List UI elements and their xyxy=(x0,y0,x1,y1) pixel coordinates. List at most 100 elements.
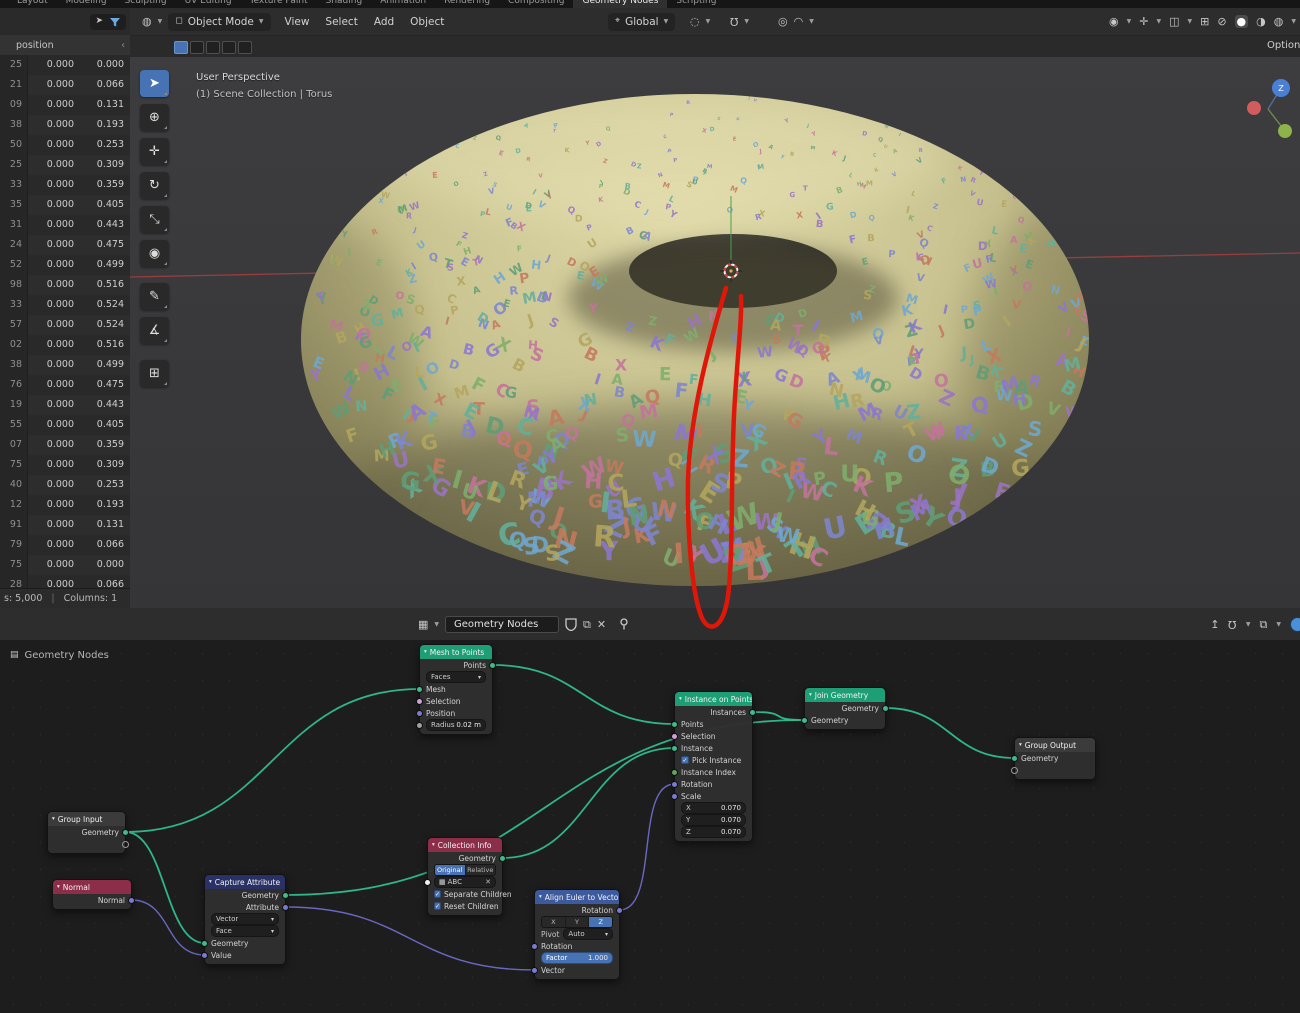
collapse-icon[interactable]: ▾ xyxy=(52,816,55,822)
segment-y[interactable]: Y xyxy=(566,917,590,927)
collapse-icon[interactable]: ▾ xyxy=(57,884,60,890)
pivot-point-icon[interactable]: ◌ xyxy=(690,16,700,27)
geometry-socket[interactable] xyxy=(122,829,129,836)
collapse-icon[interactable]: ▾ xyxy=(679,696,682,702)
push-to-nodegroup-icon[interactable]: ↥ xyxy=(1210,619,1219,630)
node-group-output[interactable]: ▾Group OutputGeometry xyxy=(1014,737,1096,780)
mode-dropdown[interactable]: ◻ Object Mode ▼ xyxy=(168,13,270,31)
collapse-icon[interactable]: ▾ xyxy=(539,894,542,900)
proportional-edit-icon[interactable]: ◎ xyxy=(778,16,788,27)
gizmos-dropdown-icon[interactable]: ✛ xyxy=(1139,16,1148,27)
options-button[interactable]: Options xyxy=(1267,40,1300,51)
workspace-tab-uv-editing[interactable]: UV Editing xyxy=(176,0,241,8)
collapse-icon[interactable]: ▾ xyxy=(209,879,212,885)
shading-wireframe-icon[interactable]: ⊘ xyxy=(1217,16,1226,27)
collapse-icon[interactable]: ▾ xyxy=(1019,742,1022,748)
gizmo-y-ball[interactable] xyxy=(1278,124,1292,138)
geometry-socket[interactable] xyxy=(499,855,506,862)
geometry-out-socket[interactable] xyxy=(282,892,289,899)
node-group-input[interactable]: ▾Group InputGeometry xyxy=(47,811,126,854)
rotation-out-socket[interactable] xyxy=(616,907,623,914)
snap-magnet-icon[interactable]: Ω xyxy=(730,16,738,27)
rotate-tool[interactable]: ↻ xyxy=(140,172,169,199)
snap-magnet-icon[interactable]: Ω xyxy=(1228,619,1236,630)
dropdown[interactable]: Auto▾ xyxy=(563,928,613,940)
normal-socket[interactable] xyxy=(128,897,135,904)
shading-rendered-icon[interactable]: ◍ xyxy=(1274,16,1284,27)
collapse-icon[interactable]: ▾ xyxy=(809,692,812,698)
collection-field[interactable]: ▦ABC✕ xyxy=(434,876,496,888)
transform-orientation-dropdown[interactable]: ⌖ Global ▼ xyxy=(608,13,675,31)
mesh-socket[interactable] xyxy=(416,686,423,693)
visibility-dropdown-icon[interactable]: ◉ xyxy=(1109,16,1119,27)
checkbox[interactable]: ✓ xyxy=(434,902,441,910)
rotation-in-socket[interactable] xyxy=(531,943,538,950)
node-instance-on-points[interactable]: ▾Instance on PointsInstancesPointsSelect… xyxy=(674,691,753,842)
dropdown[interactable]: Faces▾ xyxy=(426,671,486,683)
spreadsheet-column-header[interactable]: position ‹ xyxy=(0,35,130,56)
instances-socket[interactable] xyxy=(749,709,756,716)
radius-socket[interactable] xyxy=(416,722,423,729)
geometry-in-socket[interactable] xyxy=(801,717,808,724)
cursor-select-icon[interactable]: ➤ xyxy=(95,17,103,26)
gizmo-x-ball[interactable] xyxy=(1247,101,1261,115)
editor-type-icon[interactable]: ◍ xyxy=(142,16,152,27)
node-collection-info[interactable]: ▾Collection InfoGeometryOriginalRelative… xyxy=(427,837,503,916)
virtual-socket[interactable] xyxy=(122,841,129,848)
workspace-tab-sculpting[interactable]: Sculpting xyxy=(116,0,176,8)
position-socket[interactable] xyxy=(416,710,423,717)
segment-original[interactable]: Original xyxy=(435,865,466,875)
scale-socket[interactable] xyxy=(671,793,678,800)
node-normal[interactable]: ▾NormalNormal xyxy=(52,879,132,910)
filter-funnel-icon[interactable] xyxy=(109,16,121,28)
segment-relative[interactable]: Relative xyxy=(466,865,496,875)
workspace-tab-animation[interactable]: Animation xyxy=(371,0,435,8)
node-options-ball-icon[interactable] xyxy=(1290,617,1300,632)
segment-z[interactable]: Z xyxy=(589,917,612,927)
viewport-canvas[interactable]: VQSLBEPPQDIISFCWYCVMXRXYYFIPNVXBIIEAHQII… xyxy=(130,57,1300,608)
dropdown[interactable]: Vector▾ xyxy=(211,913,279,925)
selection-socket[interactable] xyxy=(671,733,678,740)
node-canvas[interactable]: ▾Group InputGeometry ▾NormalNormal ▾Captur… xyxy=(0,640,1300,1013)
cursor-tool[interactable]: ⊕ xyxy=(140,104,169,131)
menu-add[interactable]: Add xyxy=(366,12,402,32)
select-box-tool[interactable]: ➤ xyxy=(140,70,169,97)
menu-object[interactable]: Object xyxy=(402,12,452,32)
navigation-gizmo[interactable]: Z xyxy=(1247,79,1292,138)
instance-index-socket[interactable] xyxy=(671,769,678,776)
vector-component-field[interactable]: Y0.070 xyxy=(681,814,746,826)
select-invert-button[interactable] xyxy=(222,41,236,54)
collapse-icon[interactable]: ▾ xyxy=(432,842,435,848)
falloff-icon[interactable]: ◠ xyxy=(794,16,804,27)
select-extend-button[interactable] xyxy=(190,41,204,54)
annotate-tool[interactable]: ✎ xyxy=(140,283,169,310)
collapse-chevron-icon[interactable]: ‹ xyxy=(121,40,125,51)
workspace-tab-layout[interactable]: Layout xyxy=(8,0,57,8)
dropdown[interactable]: Face▾ xyxy=(211,925,279,937)
unlink-icon[interactable]: ✕ xyxy=(597,619,606,630)
instance-socket[interactable] xyxy=(671,745,678,752)
workspace-tab-texture-paint[interactable]: Texture Paint xyxy=(241,0,317,8)
xray-toggle-icon[interactable]: ⊞ xyxy=(1200,16,1209,27)
duplicate-node-tree-icon[interactable]: ⧉ xyxy=(583,619,591,630)
shading-solid-icon[interactable]: ● xyxy=(1235,15,1249,28)
vector-socket[interactable] xyxy=(531,967,538,974)
workspace-tab-scripting[interactable]: Scripting xyxy=(667,0,725,8)
vector-component-field[interactable]: Z0.070 xyxy=(681,826,746,838)
shading-material-icon[interactable]: ◑ xyxy=(1256,16,1266,27)
viewport-scene[interactable]: VQSLBEPPQDIISFCWYCVMXRXYYFIPNVXBIIEAHQII… xyxy=(130,57,1300,608)
vector-component-field[interactable]: X0.070 xyxy=(681,802,746,814)
node-capture-attribute[interactable]: ▾Capture AttributeGeometryAttributeVecto… xyxy=(204,874,286,965)
checkbox[interactable]: ✓ xyxy=(681,756,689,764)
workspace-tab-modeling[interactable]: Modeling xyxy=(57,0,116,8)
rotation-socket[interactable] xyxy=(671,781,678,788)
workspace-tab-rendering[interactable]: Rendering xyxy=(435,0,499,8)
select-intersect-button[interactable] xyxy=(238,41,252,54)
scale-tool[interactable]: ⤡ xyxy=(140,206,169,233)
pin-icon[interactable] xyxy=(618,618,630,630)
menu-select[interactable]: Select xyxy=(317,12,365,32)
move-tool[interactable]: ✛ xyxy=(140,138,169,165)
collection-socket[interactable] xyxy=(424,879,431,886)
virtual-socket[interactable] xyxy=(1011,767,1018,774)
segment-x[interactable]: X xyxy=(542,917,566,927)
